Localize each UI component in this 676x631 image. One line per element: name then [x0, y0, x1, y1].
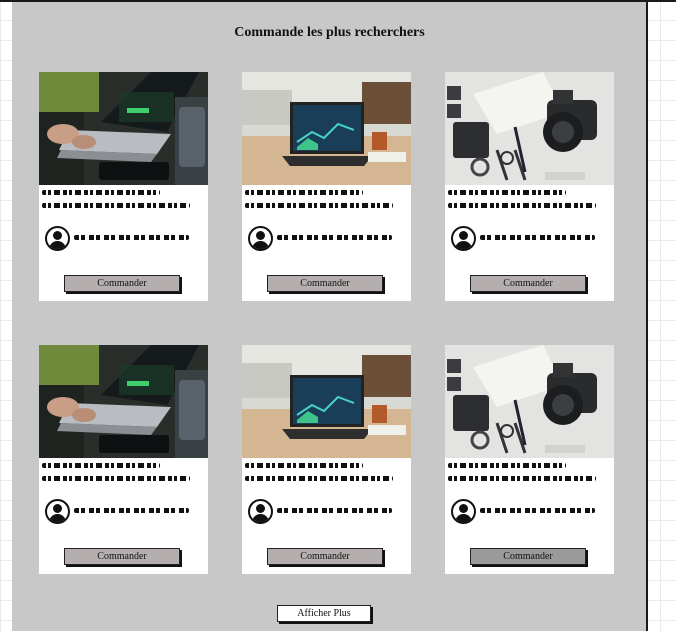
order-button[interactable]: Commander: [64, 548, 180, 565]
product-card[interactable]: Commander: [445, 72, 614, 301]
card-description-scribble: [42, 203, 190, 208]
author-name-scribble: [74, 235, 189, 240]
desk-laptop-photo: [242, 345, 411, 458]
laptop-trading-photo: [39, 72, 208, 185]
laptop-trading-photo: [39, 345, 208, 458]
card-title-scribble: [448, 463, 566, 468]
camera-flatlay-photo: [445, 345, 614, 458]
card-description-scribble: [42, 476, 190, 481]
card-description-scribble: [245, 203, 393, 208]
camera-flatlay-photo: [445, 72, 614, 185]
author-name-scribble: [277, 235, 392, 240]
author-name-scribble: [480, 508, 595, 513]
card-description-scribble: [448, 203, 596, 208]
user-avatar-icon: [248, 226, 273, 251]
card-title-scribble: [42, 463, 160, 468]
card-description-scribble: [448, 476, 596, 481]
author-name-scribble: [277, 508, 392, 513]
card-title-scribble: [42, 190, 160, 195]
product-card[interactable]: Commander: [445, 345, 614, 574]
card-description-scribble: [245, 476, 393, 481]
user-avatar-icon: [451, 499, 476, 524]
user-avatar-icon: [248, 499, 273, 524]
order-button[interactable]: Commander: [470, 275, 586, 292]
product-card[interactable]: Commander: [39, 72, 208, 301]
order-button[interactable]: Commander: [470, 548, 586, 565]
product-card[interactable]: Commander: [242, 72, 411, 301]
desk-laptop-photo: [242, 72, 411, 185]
product-card[interactable]: Commander: [242, 345, 411, 574]
product-card[interactable]: Commander: [39, 345, 208, 574]
user-avatar-icon: [45, 226, 70, 251]
card-title-scribble: [245, 190, 363, 195]
order-button[interactable]: Commander: [267, 275, 383, 292]
card-title-scribble: [245, 463, 363, 468]
section-heading: Commande les plus recherchers: [234, 25, 425, 40]
user-avatar-icon: [451, 226, 476, 251]
author-name-scribble: [480, 235, 595, 240]
page-right-border: [646, 0, 648, 631]
author-name-scribble: [74, 508, 189, 513]
order-button[interactable]: Commander: [267, 548, 383, 565]
order-button[interactable]: Commander: [64, 275, 180, 292]
show-more-button[interactable]: Afficher Plus: [277, 605, 371, 622]
user-avatar-icon: [45, 499, 70, 524]
card-title-scribble: [448, 190, 566, 195]
